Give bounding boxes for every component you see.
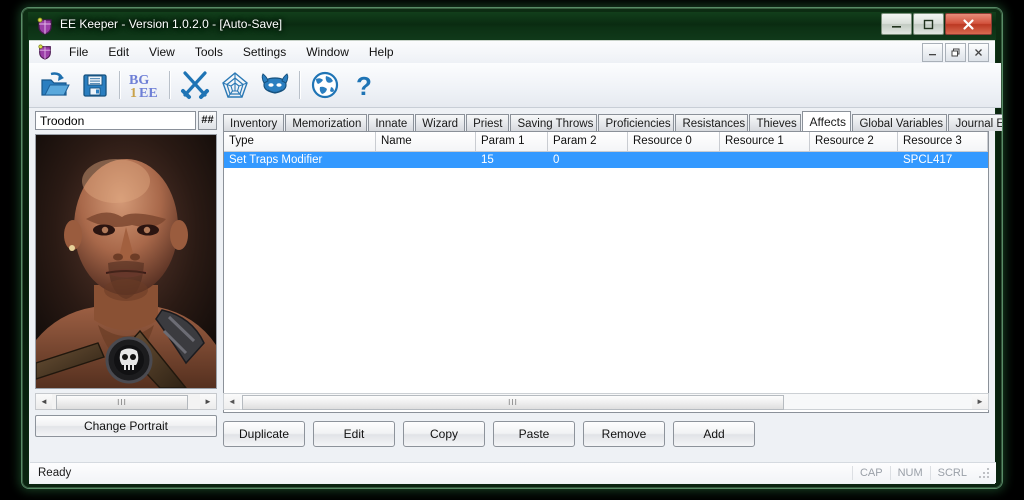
help-question-icon[interactable]: ? [345,66,385,104]
character-name-input[interactable]: Troodon [35,111,196,130]
spider-web-icon[interactable] [215,66,255,104]
tab-priest[interactable]: Priest [466,114,510,131]
mdi-close-button[interactable] [968,43,989,62]
column-header-resource-1[interactable]: Resource 1 [720,132,810,151]
character-detail-panel: Inventory Memorization Innate Wizard Pri… [223,111,1002,433]
character-portrait-panel: Troodon ## ◄ III ► Change Portrait [35,111,217,437]
tab-innate[interactable]: Innate [368,114,415,131]
close-button[interactable] [945,13,992,35]
column-header-resource-0[interactable]: Resource 0 [628,132,720,151]
status-indicator-cap: CAP [851,466,890,480]
cell-param-1: 15 [481,154,494,166]
svg-text:1: 1 [130,86,137,100]
tab-resistances[interactable]: Resistances [675,114,749,131]
tab-global-variables[interactable]: Global Variables [852,114,948,131]
status-indicators: CAP NUM SCRL [851,466,996,480]
document-shield-icon [37,44,53,60]
affects-listview[interactable]: Type Name Param 1 Param 2 Resource 0 Res… [223,131,989,413]
window-client-area: File Edit View Tools Settings Window Hel… [29,40,1002,484]
globe-icon[interactable] [305,66,345,104]
list-scroll-thumb[interactable]: III [242,395,784,410]
listview-horizontal-scrollbar[interactable]: ◄ III ► [223,393,989,410]
portrait-horizontal-scrollbar[interactable]: ◄ III ► [35,393,217,410]
menu-bar: File Edit View Tools Settings Window Hel… [29,41,995,64]
list-scroll-track[interactable]: III [240,394,972,410]
tab-inventory[interactable]: Inventory [223,114,285,131]
affects-action-buttons: Duplicate Edit Copy Paste Remove Add [223,421,989,449]
menu-item-window[interactable]: Window [296,42,359,62]
save-file-icon[interactable] [75,66,115,104]
status-indicator-scrl: SCRL [929,466,974,480]
column-header-name[interactable]: Name [376,132,476,151]
menu-item-help[interactable]: Help [359,42,404,62]
bgee-logo-icon[interactable]: BG 1 EE [125,66,165,104]
list-scroll-left-arrow-icon[interactable]: ◄ [224,394,240,409]
tab-affects[interactable]: Affects [802,111,852,131]
column-header-param-1[interactable]: Param 1 [476,132,548,151]
status-bar: Ready CAP NUM SCRL [30,462,996,483]
resize-grip-icon[interactable] [978,467,990,479]
tab-saving-throws[interactable]: Saving Throws [510,114,598,131]
window-controls [881,13,992,35]
character-portrait-image [35,134,217,389]
tab-strip: Inventory Memorization Innate Wizard Pri… [223,111,1002,131]
shield-icon [36,17,54,35]
tab-wizard[interactable]: Wizard [415,114,466,131]
mdi-minimize-button[interactable] [922,43,943,62]
window-inner-frame: EE Keeper - Version 1.0.2.0 - [Auto-Save… [28,12,1002,484]
menu-item-settings[interactable]: Settings [233,42,296,62]
minimize-button[interactable] [881,13,912,35]
menu-item-edit[interactable]: Edit [98,42,139,62]
toolbar: BG 1 EE ? [29,63,1001,108]
column-header-resource-2[interactable]: Resource 2 [810,132,898,151]
column-header-param-2[interactable]: Param 2 [548,132,628,151]
mdi-restore-button[interactable] [945,43,966,62]
maximize-button[interactable] [913,13,944,35]
mdi-child-controls [922,43,989,62]
toolbar-separator [119,71,121,99]
menu-item-file[interactable]: File [59,42,98,62]
duplicate-button[interactable]: Duplicate [223,421,305,447]
change-portrait-button[interactable]: Change Portrait [35,415,217,437]
svg-text:?: ? [356,71,372,100]
edit-button[interactable]: Edit [313,421,395,447]
paste-button[interactable]: Paste [493,421,575,447]
window-titlebar: EE Keeper - Version 1.0.2.0 - [Auto-Save… [28,12,996,40]
scroll-track[interactable]: III [52,394,200,410]
scroll-right-arrow-icon[interactable]: ► [200,394,216,409]
list-scroll-right-arrow-icon[interactable]: ► [972,394,988,409]
listview-header: Type Name Param 1 Param 2 Resource 0 Res… [224,132,988,152]
add-button[interactable]: Add [673,421,755,447]
tab-journal-entries[interactable]: Journal Entries [948,114,1002,131]
crossed-swords-icon[interactable] [175,66,215,104]
toolbar-separator [299,71,301,99]
status-message: Ready [38,467,72,479]
toolbar-separator [169,71,171,99]
character-id-button[interactable]: ## [198,111,217,130]
cell-type: Set Traps Modifier [229,154,323,166]
menu-item-view[interactable]: View [139,42,185,62]
tab-proficiencies[interactable]: Proficiencies [598,114,675,131]
column-header-type[interactable]: Type [224,132,376,151]
remove-button[interactable]: Remove [583,421,665,447]
open-file-icon[interactable] [35,66,75,104]
scroll-thumb[interactable]: III [56,395,188,410]
table-row[interactable]: Set Traps Modifier 15 0 SPCL417 [224,152,988,168]
tab-memorization[interactable]: Memorization [285,114,368,131]
screen: EE Keeper - Version 1.0.2.0 - [Auto-Save… [0,0,1024,500]
cell-resource-3: SPCL417 [903,154,953,166]
cell-param-2: 0 [553,154,560,166]
menu-item-tools[interactable]: Tools [185,42,233,62]
copy-button[interactable]: Copy [403,421,485,447]
tab-thieves[interactable]: Thieves [749,114,802,131]
column-header-resource-3[interactable]: Resource 3 [898,132,988,151]
horned-helmet-icon[interactable] [255,66,295,104]
application-window: EE Keeper - Version 1.0.2.0 - [Auto-Save… [22,8,1002,488]
status-indicator-num: NUM [889,466,930,480]
menu-items: File Edit View Tools Settings Window Hel… [59,41,404,63]
svg-text:EE: EE [139,86,158,100]
window-title: EE Keeper - Version 1.0.2.0 - [Auto-Save… [60,17,283,31]
character-name-row: Troodon ## [35,111,217,130]
scroll-left-arrow-icon[interactable]: ◄ [36,394,52,409]
